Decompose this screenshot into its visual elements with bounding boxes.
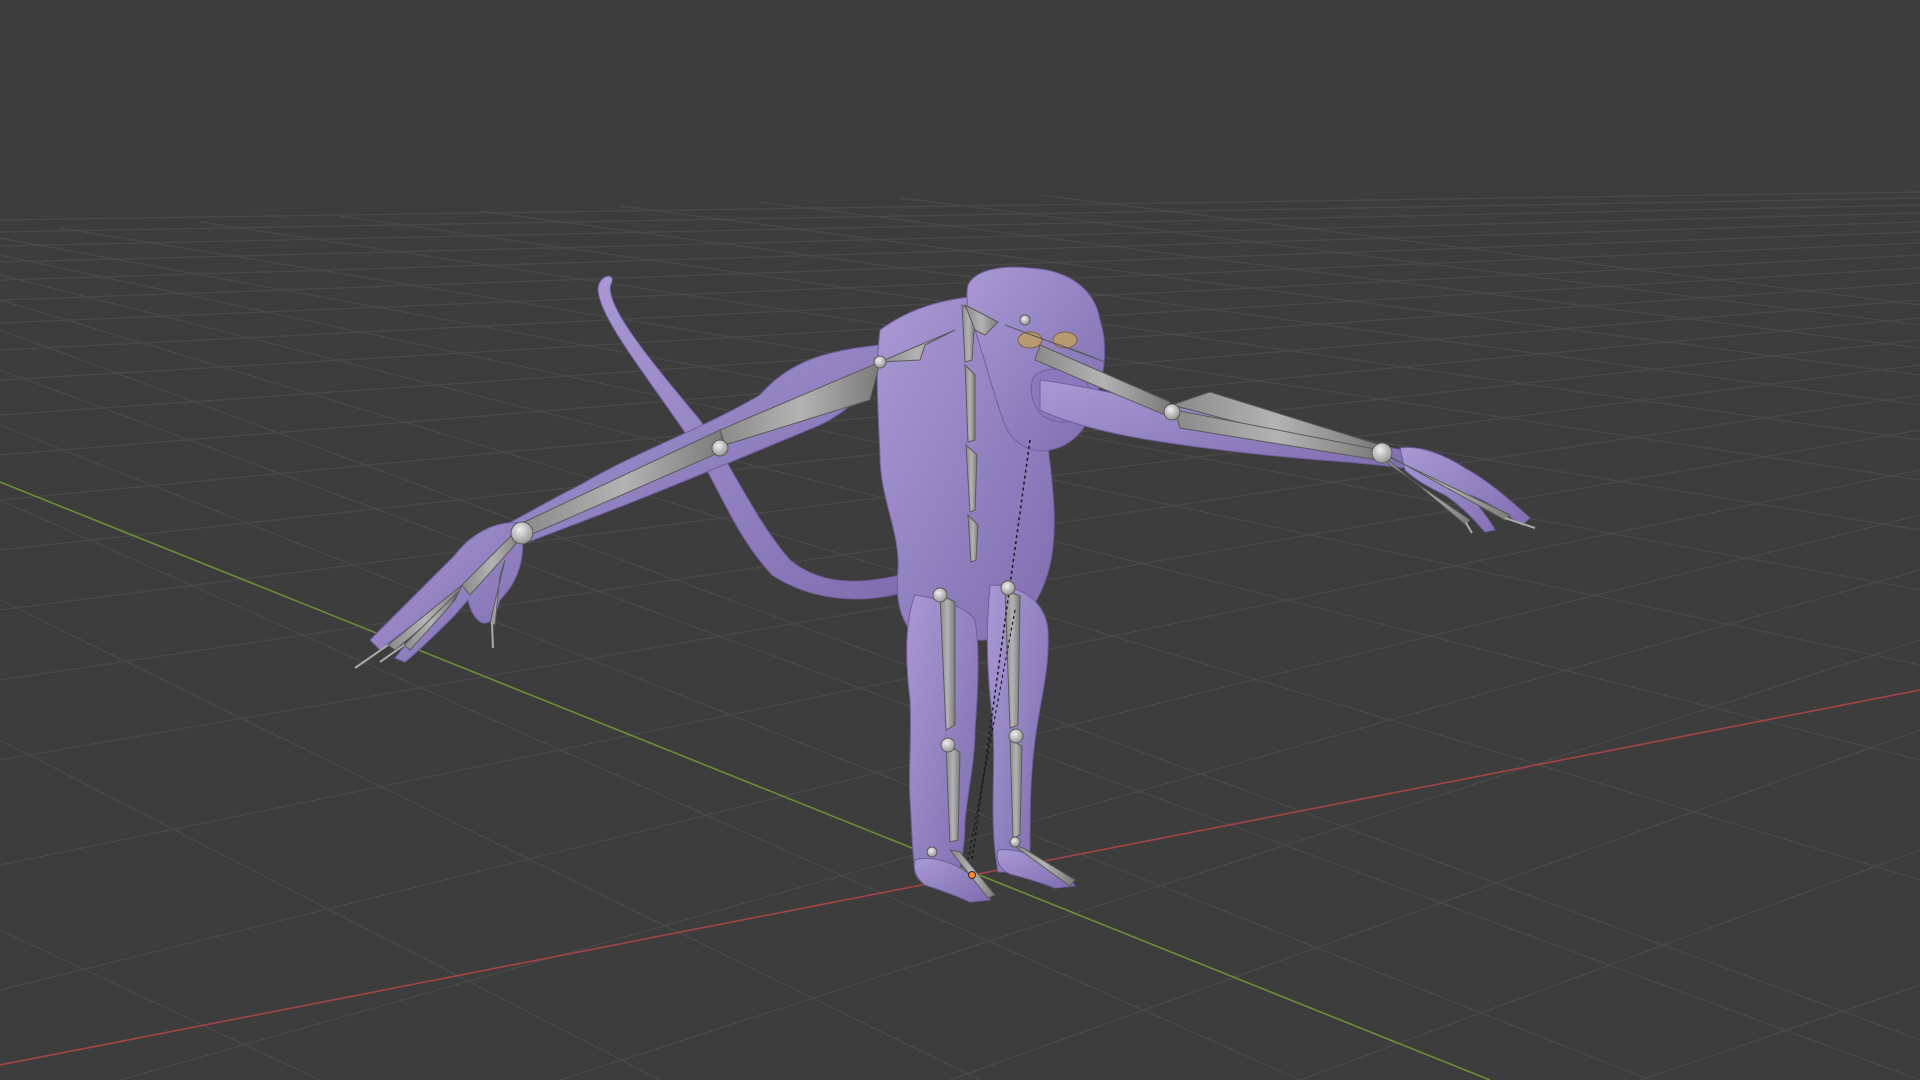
3d-viewport[interactable] bbox=[0, 0, 1920, 1080]
joint-left-elbow[interactable] bbox=[711, 439, 729, 457]
bone-right-claw-2[interactable] bbox=[1465, 522, 1473, 534]
joint-right-hip[interactable] bbox=[1000, 580, 1016, 596]
joint-right-elbow[interactable] bbox=[1163, 403, 1181, 421]
viewport-canvas[interactable] bbox=[0, 0, 1920, 1080]
joint-head[interactable] bbox=[1019, 314, 1031, 326]
bone-left-claw-1[interactable] bbox=[354, 644, 389, 669]
joint-right-knee[interactable] bbox=[1008, 728, 1024, 744]
joint-left-shoulder[interactable] bbox=[873, 355, 887, 369]
joint-left-ankle[interactable] bbox=[926, 846, 938, 858]
bone-left-forearm[interactable] bbox=[521, 429, 726, 536]
joint-left-knee[interactable] bbox=[940, 737, 956, 753]
object-origin-marker[interactable] bbox=[968, 871, 976, 879]
joint-right-wrist[interactable] bbox=[1371, 442, 1393, 464]
right-eye-mesh bbox=[1052, 331, 1078, 349]
right-foot-mesh[interactable] bbox=[996, 849, 1076, 889]
joint-right-ankle[interactable] bbox=[1009, 836, 1021, 848]
bone-left-claw-3[interactable] bbox=[491, 622, 494, 649]
joint-left-hip[interactable] bbox=[932, 587, 948, 603]
joint-left-wrist[interactable] bbox=[510, 521, 534, 545]
y-axis-line bbox=[0, 481, 1491, 1080]
